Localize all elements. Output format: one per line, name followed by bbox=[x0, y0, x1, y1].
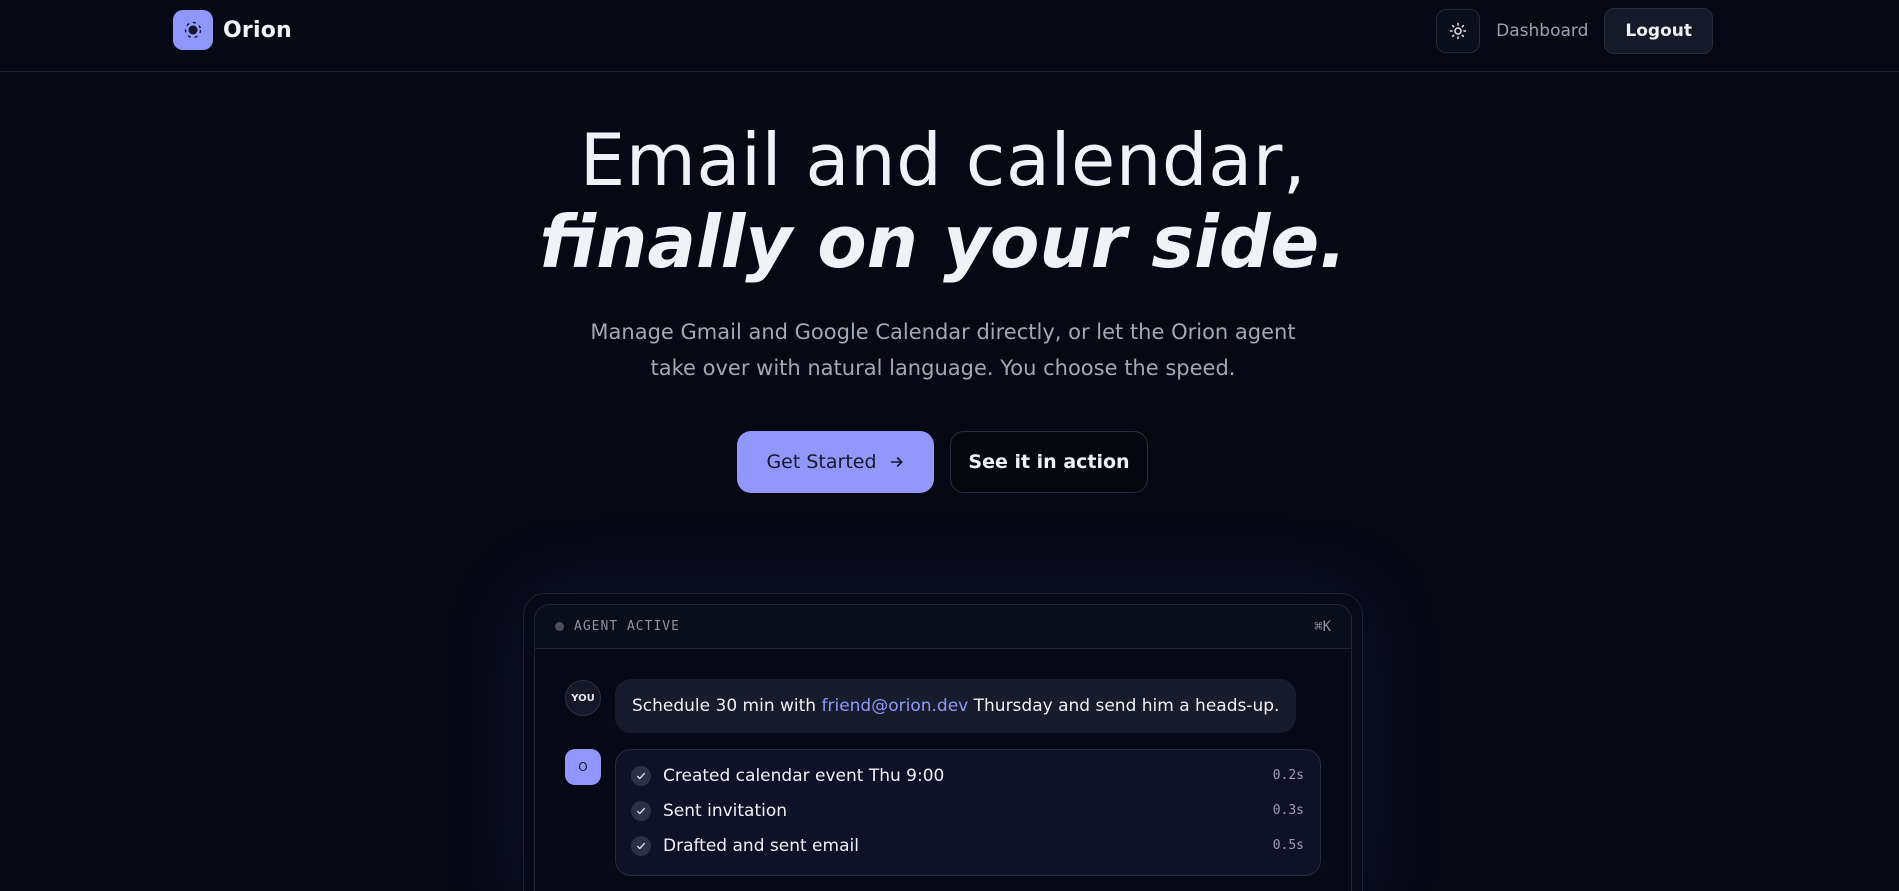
agent-step-label: Drafted and sent email bbox=[663, 835, 859, 856]
hero-title-emphasis: finally on your side. bbox=[539, 200, 1347, 284]
user-message-text: Schedule 30 min with bbox=[632, 696, 822, 716]
agent-demo-frame: AGENT ACTIVE ⌘K YOU Schedule 30 min with… bbox=[523, 593, 1363, 891]
brand[interactable]: Orion bbox=[173, 10, 292, 50]
agent-step-time: 0.5s bbox=[1272, 838, 1304, 853]
check-icon bbox=[631, 765, 651, 786]
see-it-in-action-button[interactable]: See it in action bbox=[950, 431, 1148, 493]
user-avatar: YOU bbox=[565, 680, 601, 716]
hero-subtitle: Manage Gmail and Google Calendar directl… bbox=[0, 314, 1886, 386]
agent-avatar: O bbox=[565, 749, 601, 785]
arrow-right-icon bbox=[890, 457, 902, 467]
dashboard-link[interactable]: Dashboard bbox=[1496, 21, 1588, 41]
command-k-shortcut: ⌘K bbox=[1314, 618, 1331, 635]
agent-step: Sent invitation 0.3s bbox=[631, 793, 1304, 828]
cta-row: Get Started See it in action bbox=[737, 431, 1148, 493]
agent-steps-list: Created calendar event Thu 9:00 0.2s Sen… bbox=[615, 749, 1321, 876]
brand-name: Orion bbox=[223, 17, 292, 43]
agent-header: AGENT ACTIVE ⌘K bbox=[535, 605, 1351, 649]
orion-logo-icon bbox=[173, 10, 213, 50]
get-started-button[interactable]: Get Started bbox=[737, 431, 934, 493]
nav-actions: Dashboard Logout bbox=[1436, 8, 1713, 54]
top-navbar: Orion Dashboard Logout bbox=[0, 0, 1899, 72]
user-message-text: Thursday and send him a heads-up. bbox=[968, 696, 1280, 716]
agent-demo-card: AGENT ACTIVE ⌘K YOU Schedule 30 min with… bbox=[534, 604, 1352, 891]
status-dot-icon bbox=[555, 622, 564, 631]
agent-status-text: AGENT ACTIVE bbox=[574, 619, 680, 634]
see-it-in-action-label: See it in action bbox=[968, 451, 1130, 473]
hero-subtitle-line: take over with natural language. You cho… bbox=[650, 356, 1236, 380]
sun-icon bbox=[1449, 22, 1467, 40]
check-icon bbox=[631, 835, 651, 856]
agent-step-time: 0.2s bbox=[1272, 768, 1304, 783]
user-message-email: friend@orion.dev bbox=[821, 696, 969, 716]
check-icon bbox=[631, 800, 651, 821]
agent-step-time: 0.3s bbox=[1272, 803, 1304, 818]
hero-subtitle-line: Manage Gmail and Google Calendar directl… bbox=[590, 320, 1296, 344]
hero-title: Email and calendar, bbox=[579, 118, 1307, 202]
logout-button[interactable]: Logout bbox=[1604, 8, 1713, 54]
theme-toggle-button[interactable] bbox=[1436, 9, 1481, 53]
agent-step-label: Sent invitation bbox=[663, 800, 788, 821]
get-started-label: Get Started bbox=[766, 451, 877, 473]
agent-step: Created calendar event Thu 9:00 0.2s bbox=[631, 758, 1304, 793]
user-message-bubble: Schedule 30 min with friend@orion.dev Th… bbox=[615, 679, 1297, 733]
agent-status: AGENT ACTIVE bbox=[555, 619, 680, 634]
agent-step-label: Created calendar event Thu 9:00 bbox=[663, 765, 945, 786]
agent-step: Drafted and sent email 0.5s bbox=[631, 828, 1304, 863]
